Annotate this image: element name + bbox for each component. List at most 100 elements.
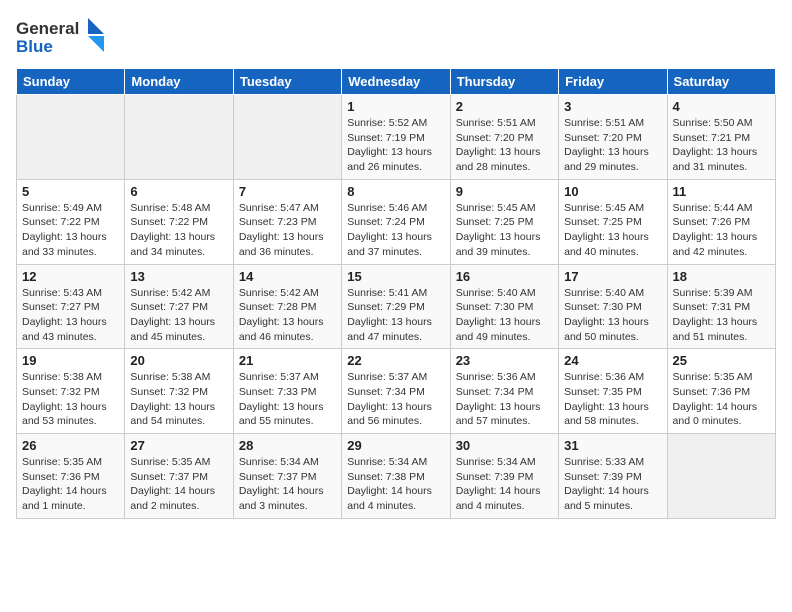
calendar-cell: 21 Sunrise: 5:37 AM Sunset: 7:33 PM Dayli… xyxy=(233,349,341,434)
day-info: Sunrise: 5:34 AM Sunset: 7:39 PM Dayligh… xyxy=(456,455,553,514)
calendar-cell: 28 Sunrise: 5:34 AM Sunset: 7:37 PM Dayli… xyxy=(233,434,341,519)
calendar-cell: 8Sunrise: 5:46 AM Sunset: 7:24 PM Daylig… xyxy=(342,179,450,264)
calendar-cell: 1 Sunrise: 5:52 AM Sunset: 7:19 PM Daylig… xyxy=(342,95,450,180)
day-number: 31 xyxy=(564,438,661,453)
day-info: Sunrise: 5:41 AM Sunset: 7:29 PM Dayligh… xyxy=(347,286,444,345)
day-info: Sunrise: 5:44 AM Sunset: 7:26 PM Dayligh… xyxy=(673,201,770,260)
day-number: 1 xyxy=(347,99,444,114)
day-number: 26 xyxy=(22,438,119,453)
day-number: 15 xyxy=(347,269,444,284)
day-info: Sunrise: 5:51 AM Sunset: 7:20 PM Dayligh… xyxy=(564,116,661,175)
svg-text:Blue: Blue xyxy=(16,37,53,56)
day-info: Sunrise: 5:45 AM Sunset: 7:25 PM Dayligh… xyxy=(456,201,553,260)
day-number: 21 xyxy=(239,353,336,368)
day-number: 4 xyxy=(673,99,770,114)
calendar-cell: 6Sunrise: 5:48 AM Sunset: 7:22 PM Daylig… xyxy=(125,179,233,264)
day-info: Sunrise: 5:38 AM Sunset: 7:32 PM Dayligh… xyxy=(22,370,119,429)
day-info: Sunrise: 5:37 AM Sunset: 7:33 PM Dayligh… xyxy=(239,370,336,429)
day-info: Sunrise: 5:40 AM Sunset: 7:30 PM Dayligh… xyxy=(564,286,661,345)
day-header-wednesday: Wednesday xyxy=(342,69,450,95)
day-info: Sunrise: 5:42 AM Sunset: 7:28 PM Dayligh… xyxy=(239,286,336,345)
calendar-cell: 15 Sunrise: 5:41 AM Sunset: 7:29 PM Dayli… xyxy=(342,264,450,349)
day-info: Sunrise: 5:33 AM Sunset: 7:39 PM Dayligh… xyxy=(564,455,661,514)
calendar-cell xyxy=(17,95,125,180)
calendar-cell: 10 Sunrise: 5:45 AM Sunset: 7:25 PM Dayli… xyxy=(559,179,667,264)
day-info: Sunrise: 5:48 AM Sunset: 7:22 PM Dayligh… xyxy=(130,201,227,260)
day-number: 16 xyxy=(456,269,553,284)
day-info: Sunrise: 5:51 AM Sunset: 7:20 PM Dayligh… xyxy=(456,116,553,175)
day-number: 25 xyxy=(673,353,770,368)
day-info: Sunrise: 5:35 AM Sunset: 7:37 PM Dayligh… xyxy=(130,455,227,514)
calendar-cell: 20Sunrise: 5:38 AM Sunset: 7:32 PM Dayli… xyxy=(125,349,233,434)
week-row-1: 1 Sunrise: 5:52 AM Sunset: 7:19 PM Daylig… xyxy=(17,95,776,180)
week-row-4: 19Sunrise: 5:38 AM Sunset: 7:32 PM Dayli… xyxy=(17,349,776,434)
day-info: Sunrise: 5:35 AM Sunset: 7:36 PM Dayligh… xyxy=(22,455,119,514)
calendar-cell: 3 Sunrise: 5:51 AM Sunset: 7:20 PM Daylig… xyxy=(559,95,667,180)
day-header-sunday: Sunday xyxy=(17,69,125,95)
calendar-cell: 2 Sunrise: 5:51 AM Sunset: 7:20 PM Daylig… xyxy=(450,95,558,180)
day-number: 10 xyxy=(564,184,661,199)
calendar-table: SundayMondayTuesdayWednesdayThursdayFrid… xyxy=(16,68,776,519)
day-number: 3 xyxy=(564,99,661,114)
calendar-cell xyxy=(125,95,233,180)
calendar-cell: 25Sunrise: 5:35 AM Sunset: 7:36 PM Dayli… xyxy=(667,349,775,434)
calendar-cell: 14Sunrise: 5:42 AM Sunset: 7:28 PM Dayli… xyxy=(233,264,341,349)
day-info: Sunrise: 5:50 AM Sunset: 7:21 PM Dayligh… xyxy=(673,116,770,175)
day-info: Sunrise: 5:34 AM Sunset: 7:37 PM Dayligh… xyxy=(239,455,336,514)
day-number: 12 xyxy=(22,269,119,284)
day-number: 5 xyxy=(22,184,119,199)
day-number: 17 xyxy=(564,269,661,284)
logo: GeneralBlue xyxy=(16,16,106,60)
calendar-cell: 26 Sunrise: 5:35 AM Sunset: 7:36 PM Dayli… xyxy=(17,434,125,519)
day-number: 9 xyxy=(456,184,553,199)
svg-text:General: General xyxy=(16,19,79,38)
week-row-2: 5Sunrise: 5:49 AM Sunset: 7:22 PM Daylig… xyxy=(17,179,776,264)
day-info: Sunrise: 5:37 AM Sunset: 7:34 PM Dayligh… xyxy=(347,370,444,429)
day-info: Sunrise: 5:42 AM Sunset: 7:27 PM Dayligh… xyxy=(130,286,227,345)
calendar-cell: 11 Sunrise: 5:44 AM Sunset: 7:26 PM Dayli… xyxy=(667,179,775,264)
day-header-monday: Monday xyxy=(125,69,233,95)
day-header-thursday: Thursday xyxy=(450,69,558,95)
calendar-cell: 24Sunrise: 5:36 AM Sunset: 7:35 PM Dayli… xyxy=(559,349,667,434)
calendar-cell: 31 Sunrise: 5:33 AM Sunset: 7:39 PM Dayli… xyxy=(559,434,667,519)
week-row-3: 12 Sunrise: 5:43 AM Sunset: 7:27 PM Dayli… xyxy=(17,264,776,349)
day-info: Sunrise: 5:52 AM Sunset: 7:19 PM Dayligh… xyxy=(347,116,444,175)
header-row: SundayMondayTuesdayWednesdayThursdayFrid… xyxy=(17,69,776,95)
calendar-cell: 18Sunrise: 5:39 AM Sunset: 7:31 PM Dayli… xyxy=(667,264,775,349)
day-number: 2 xyxy=(456,99,553,114)
day-number: 29 xyxy=(347,438,444,453)
week-row-5: 26 Sunrise: 5:35 AM Sunset: 7:36 PM Dayli… xyxy=(17,434,776,519)
day-number: 11 xyxy=(673,184,770,199)
calendar-cell: 7 Sunrise: 5:47 AM Sunset: 7:23 PM Daylig… xyxy=(233,179,341,264)
day-info: Sunrise: 5:45 AM Sunset: 7:25 PM Dayligh… xyxy=(564,201,661,260)
day-header-saturday: Saturday xyxy=(667,69,775,95)
logo-svg: GeneralBlue xyxy=(16,16,106,60)
calendar-cell xyxy=(233,95,341,180)
calendar-cell: 9 Sunrise: 5:45 AM Sunset: 7:25 PM Daylig… xyxy=(450,179,558,264)
day-number: 27 xyxy=(130,438,227,453)
calendar-cell: 4 Sunrise: 5:50 AM Sunset: 7:21 PM Daylig… xyxy=(667,95,775,180)
day-info: Sunrise: 5:43 AM Sunset: 7:27 PM Dayligh… xyxy=(22,286,119,345)
calendar-cell: 5Sunrise: 5:49 AM Sunset: 7:22 PM Daylig… xyxy=(17,179,125,264)
day-number: 22 xyxy=(347,353,444,368)
calendar-cell: 13 Sunrise: 5:42 AM Sunset: 7:27 PM Dayli… xyxy=(125,264,233,349)
calendar-cell: 19Sunrise: 5:38 AM Sunset: 7:32 PM Dayli… xyxy=(17,349,125,434)
day-header-tuesday: Tuesday xyxy=(233,69,341,95)
calendar-cell: 29Sunrise: 5:34 AM Sunset: 7:38 PM Dayli… xyxy=(342,434,450,519)
day-number: 20 xyxy=(130,353,227,368)
day-info: Sunrise: 5:47 AM Sunset: 7:23 PM Dayligh… xyxy=(239,201,336,260)
calendar-cell: 30Sunrise: 5:34 AM Sunset: 7:39 PM Dayli… xyxy=(450,434,558,519)
calendar-cell: 22 Sunrise: 5:37 AM Sunset: 7:34 PM Dayli… xyxy=(342,349,450,434)
day-info: Sunrise: 5:36 AM Sunset: 7:34 PM Dayligh… xyxy=(456,370,553,429)
day-number: 7 xyxy=(239,184,336,199)
day-info: Sunrise: 5:39 AM Sunset: 7:31 PM Dayligh… xyxy=(673,286,770,345)
day-info: Sunrise: 5:36 AM Sunset: 7:35 PM Dayligh… xyxy=(564,370,661,429)
calendar-cell: 27 Sunrise: 5:35 AM Sunset: 7:37 PM Dayli… xyxy=(125,434,233,519)
day-number: 28 xyxy=(239,438,336,453)
calendar-cell xyxy=(667,434,775,519)
day-info: Sunrise: 5:40 AM Sunset: 7:30 PM Dayligh… xyxy=(456,286,553,345)
day-header-friday: Friday xyxy=(559,69,667,95)
calendar-cell: 16 Sunrise: 5:40 AM Sunset: 7:30 PM Dayli… xyxy=(450,264,558,349)
calendar-cell: 12 Sunrise: 5:43 AM Sunset: 7:27 PM Dayli… xyxy=(17,264,125,349)
day-number: 13 xyxy=(130,269,227,284)
